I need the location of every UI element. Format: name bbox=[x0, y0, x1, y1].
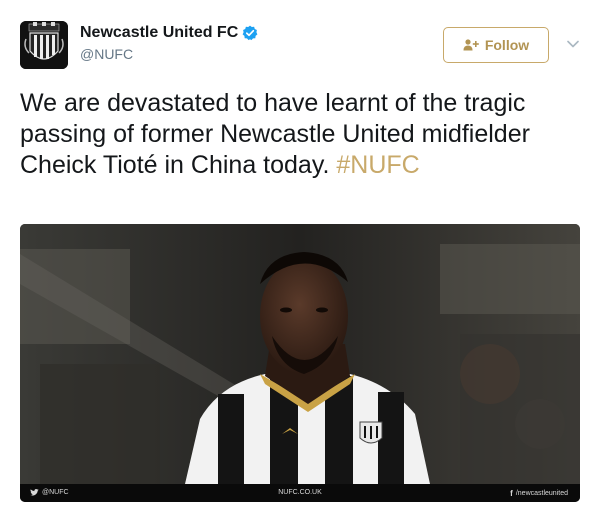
chevron-down-icon[interactable] bbox=[565, 36, 581, 52]
follow-button-label: Follow bbox=[484, 37, 530, 53]
add-user-icon bbox=[463, 39, 479, 51]
account-name-row[interactable]: Newcastle United FC bbox=[80, 24, 258, 42]
facebook-icon: f bbox=[510, 489, 513, 498]
tweet-media-image[interactable]: @NUFC NUFC.CO.UK f /newcastleunited bbox=[20, 224, 580, 502]
media-footer-center-text: NUFC.CO.UK bbox=[278, 489, 322, 496]
tweet-text: We are devastated to have learnt of the … bbox=[20, 88, 590, 181]
account-handle[interactable]: @NUFC bbox=[80, 46, 133, 62]
display-name[interactable]: Newcastle United FC bbox=[80, 24, 238, 42]
avatar[interactable] bbox=[20, 21, 68, 69]
tweet-body: We are devastated to have learnt of the … bbox=[20, 89, 530, 179]
media-footer-bar: @NUFC NUFC.CO.UK f /newcastleunited bbox=[20, 484, 580, 502]
verified-badge-icon bbox=[242, 25, 258, 41]
media-footer-right: f /newcastleunited bbox=[510, 489, 568, 498]
newcastle-crest-logo bbox=[20, 21, 68, 69]
media-footer-right-text: /newcastleunited bbox=[515, 490, 568, 497]
follow-button[interactable]: Follow bbox=[443, 27, 549, 63]
player-photo bbox=[20, 224, 580, 484]
hashtag-link[interactable]: #NUFC bbox=[336, 151, 419, 179]
